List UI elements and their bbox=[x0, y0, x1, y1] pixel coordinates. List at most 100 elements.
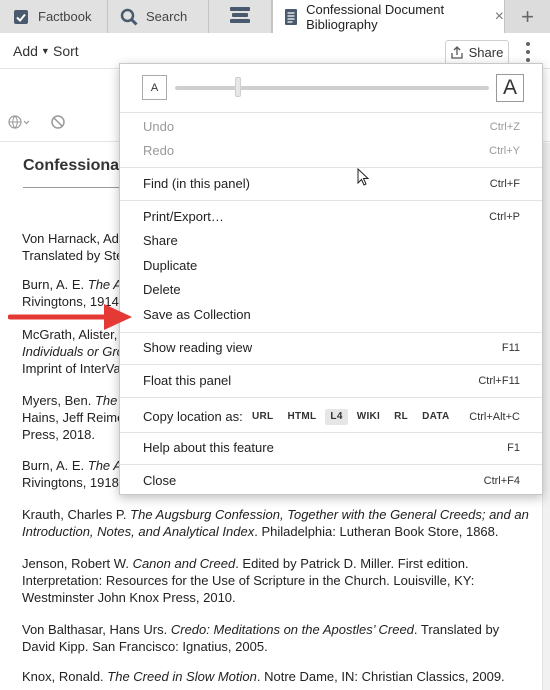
entry-title-text: The Augsburg Confession, Together with t… bbox=[130, 507, 529, 522]
menu-item-undo[interactable]: Undo Ctrl+Z bbox=[120, 115, 542, 139]
tab-label: Confessional Document Bibliography bbox=[306, 2, 445, 32]
entry-text: David Kipp. San Francisco: Ignatius, 200… bbox=[22, 639, 268, 654]
chevron-down-icon: ▼ bbox=[40, 46, 50, 56]
entry-line: Krauth, Charles P. The Augsburg Confessi… bbox=[22, 506, 529, 523]
entry-text: Westminster John Knox Press, 2010. bbox=[22, 590, 236, 605]
copy-format-rl[interactable]: RL bbox=[389, 409, 413, 425]
menu-item-shortcut: F1 bbox=[507, 442, 520, 454]
menu-item-shortcut: Ctrl+Y bbox=[489, 145, 520, 157]
menu-item-share[interactable]: Share bbox=[120, 229, 542, 253]
entry-text: Burn, A. E. bbox=[22, 458, 88, 473]
entry-text: Von Harnack, Ado bbox=[22, 231, 127, 246]
increase-font-size-button[interactable]: A bbox=[496, 74, 524, 102]
scrollbar[interactable] bbox=[542, 143, 550, 690]
menu-item-shortcut: F11 bbox=[501, 342, 520, 354]
menu-item-shortcut: Ctrl+Alt+C bbox=[469, 411, 520, 423]
copy-format-url[interactable]: URL bbox=[247, 409, 278, 425]
copy-format-wiki[interactable]: WIKI bbox=[352, 409, 385, 425]
bibliography-entry: Von Balthasar, Hans Urs. Credo: Meditati… bbox=[22, 621, 522, 655]
menu-item-save-as-collection[interactable]: Save as Collection bbox=[120, 303, 542, 327]
menu-item-label: Help about this feature bbox=[143, 440, 274, 455]
share-button[interactable]: Share bbox=[445, 40, 509, 65]
bibliography-entry: Jenson, Robert W. Canon and Creed. Edite… bbox=[22, 555, 522, 606]
entry-text: Burn, A. E. bbox=[22, 277, 88, 292]
tab-factbook[interactable]: Factbook bbox=[0, 0, 108, 33]
entry-title-text: Individuals or Gro bbox=[22, 344, 124, 359]
menu-item-label: Save as Collection bbox=[143, 307, 251, 322]
entry-text: Myers, Ben. bbox=[22, 393, 95, 408]
mouse-cursor-icon bbox=[357, 168, 369, 186]
entry-text: Von Balthasar, Hans Urs. bbox=[22, 622, 171, 637]
menu-divider bbox=[120, 332, 542, 333]
menu-item-label: Show reading view bbox=[143, 340, 253, 355]
entry-line: Interpretation: Resources for the Use of… bbox=[22, 572, 522, 589]
menu-item-shortcut: Ctrl+P bbox=[489, 211, 520, 223]
add-tab-button[interactable]: + bbox=[505, 0, 550, 33]
bibliography-entry: Knox, Ronald. The Creed in Slow Motion. … bbox=[22, 668, 522, 685]
menu-divider bbox=[120, 364, 542, 365]
menu-divider bbox=[120, 464, 542, 465]
entry-text: Hains, Jeff Reime bbox=[22, 410, 125, 425]
share-label: Share bbox=[468, 45, 504, 60]
entry-line: Introduction, Notes, and Analytical Inde… bbox=[22, 523, 522, 540]
decrease-font-size-button[interactable]: A bbox=[142, 75, 167, 100]
entry-text: . Philadelphia: Lutheran Book Store, 186… bbox=[254, 524, 499, 539]
document-icon bbox=[283, 8, 298, 26]
entry-text: Press, 2018. bbox=[22, 427, 95, 442]
no-entry-icon[interactable] bbox=[50, 114, 66, 130]
menu-item-label: Delete bbox=[143, 282, 181, 297]
copy-format-list: URL HTML L4 WIKI RL DATA bbox=[247, 409, 459, 425]
font-size-slider[interactable] bbox=[175, 86, 489, 90]
menu-item-label: Float this panel bbox=[143, 373, 232, 388]
layers-icon bbox=[228, 6, 252, 27]
entry-text: Translated by Ste bbox=[22, 248, 124, 263]
menu-item-redo[interactable]: Redo Ctrl+Y bbox=[120, 139, 542, 163]
menu-item-shortcut: Ctrl+F4 bbox=[483, 475, 520, 487]
menu-item-close[interactable]: Close Ctrl+F4 bbox=[120, 469, 542, 493]
entry-title-text: Introduction, Notes, and Analytical Inde… bbox=[22, 524, 255, 539]
globe-icon[interactable] bbox=[8, 114, 30, 130]
menu-item-find[interactable]: Find (in this panel) Ctrl+F bbox=[120, 172, 542, 196]
entry-text: Jenson, Robert W. bbox=[22, 556, 133, 571]
bibliography-entry: Krauth, Charles P. The Augsburg Confessi… bbox=[22, 506, 529, 540]
entry-line: Von Balthasar, Hans Urs. Credo: Meditati… bbox=[22, 621, 522, 638]
menu-item-label: Copy location as: bbox=[143, 409, 243, 424]
entry-text: Interpretation: Resources for the Use of… bbox=[22, 573, 475, 588]
entry-title-text: Credo: Meditations on the Apostles’ Cree… bbox=[170, 622, 414, 637]
menu-divider bbox=[120, 432, 542, 433]
menu-divider bbox=[120, 112, 542, 113]
close-tab-icon[interactable]: × bbox=[495, 8, 504, 26]
checkbox-icon bbox=[12, 8, 30, 26]
copy-format-data[interactable]: DATA bbox=[417, 409, 455, 425]
tab-label: Factbook bbox=[38, 9, 92, 24]
menu-item-shortcut: Ctrl+F11 bbox=[478, 375, 520, 387]
menu-item-duplicate[interactable]: Duplicate bbox=[120, 254, 542, 278]
sort-button[interactable]: Sort bbox=[53, 43, 79, 59]
copy-format-l4[interactable]: L4 bbox=[325, 409, 348, 425]
entry-title-text: The Creed in Slow Motion bbox=[107, 669, 257, 684]
menu-item-float-panel[interactable]: Float this panel Ctrl+F11 bbox=[120, 369, 542, 393]
menu-item-shortcut: Ctrl+Z bbox=[489, 121, 520, 133]
tab-search[interactable]: Search bbox=[108, 0, 209, 33]
menu-item-help[interactable]: Help about this feature F1 bbox=[120, 436, 542, 460]
menu-item-print-export[interactable]: Print/Export… Ctrl+P bbox=[120, 205, 542, 229]
menu-item-shortcut: Ctrl+F bbox=[489, 178, 520, 190]
add-button[interactable]: Add ▼ bbox=[13, 43, 50, 59]
entry-text: . Edited by Patrick D. Miller. First edi… bbox=[235, 556, 469, 571]
copy-format-html[interactable]: HTML bbox=[282, 409, 321, 425]
tab-layers[interactable] bbox=[209, 0, 272, 33]
entry-line: Westminster John Knox Press, 2010. bbox=[22, 589, 522, 606]
tab-confessional-bibliography[interactable]: Confessional Document Bibliography × bbox=[272, 0, 505, 34]
entry-text: . Translated by bbox=[413, 622, 500, 637]
entry-line: Jenson, Robert W. Canon and Creed. Edite… bbox=[22, 555, 522, 572]
menu-item-copy-location[interactable]: Copy location as: URL HTML L4 WIKI RL DATA Ct… bbox=[120, 405, 542, 429]
menu-item-delete[interactable]: Delete bbox=[120, 278, 542, 302]
menu-item-label: Share bbox=[143, 233, 178, 248]
more-options-icon[interactable] bbox=[522, 42, 534, 62]
font-size-slider-thumb[interactable] bbox=[234, 77, 241, 97]
menu-item-show-reading-view[interactable]: Show reading view F11 bbox=[120, 336, 542, 360]
entry-text: . Notre Dame, IN: Christian Classics, 20… bbox=[256, 669, 505, 684]
document-title: Confessional bbox=[23, 157, 124, 174]
menu-divider bbox=[120, 200, 542, 201]
menu-divider bbox=[120, 397, 542, 398]
